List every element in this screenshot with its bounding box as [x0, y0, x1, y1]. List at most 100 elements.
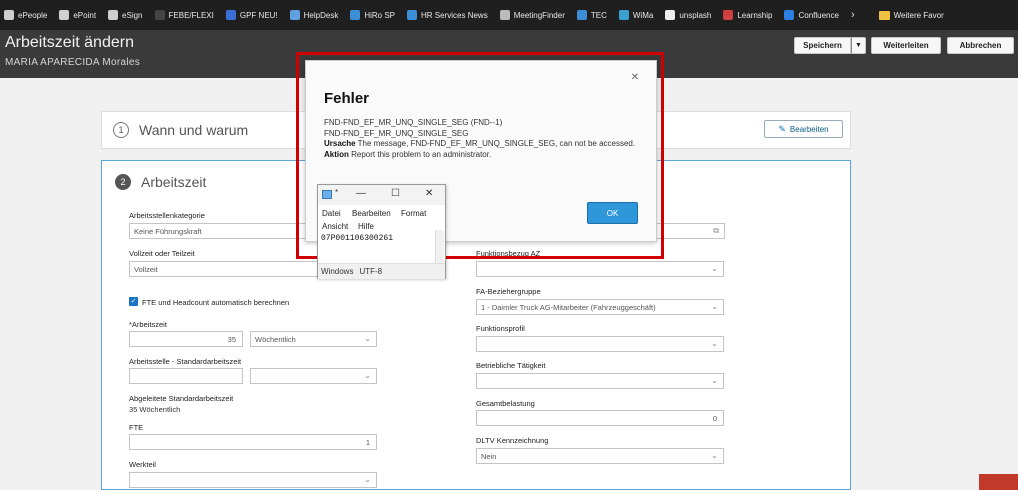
total-load-input[interactable]: 0 [476, 410, 724, 426]
folder-icon [878, 10, 890, 20]
menu-edit[interactable]: Bearbeiten [352, 209, 391, 218]
menu-view[interactable]: Ansicht [322, 222, 348, 231]
close-icon[interactable]: ✕ [631, 72, 639, 83]
bookmark-item[interactable]: GPF NEU! [225, 10, 278, 20]
bookmarks-bar: ePeople ePoint eSign FEBE/FLEXI GPF NEU! Help… [0, 0, 1018, 30]
hiro-icon [350, 10, 361, 20]
chevron-down-icon: ⌄ [364, 371, 371, 380]
full-part-time-label: Vollzeit oder Teilzeit [129, 249, 195, 258]
scrollbar[interactable] [435, 230, 444, 263]
menu-file[interactable]: Datei [322, 209, 341, 218]
fte-label: FTE [129, 423, 144, 432]
bookmark-item[interactable]: eSign [108, 10, 143, 20]
activity-select[interactable]: ⌄ [476, 373, 724, 389]
action-text: Report this problem to an administrator. [348, 149, 492, 159]
chevron-down-icon: ⌄ [364, 334, 371, 343]
dialog-title: Fehler [324, 90, 370, 107]
function-profile-select[interactable]: ⌄ [476, 336, 724, 352]
fte-input[interactable]: 1 [129, 434, 377, 450]
job-category-label: Arbeitsstellenkategorie [129, 211, 205, 220]
tec-icon [576, 10, 587, 20]
bookmark-label: ePoint [73, 10, 97, 20]
notepad-icon [322, 190, 332, 199]
bookmark-label: unsplash [679, 10, 712, 20]
bookmark-item[interactable]: Learnship [723, 10, 772, 20]
corner-widget[interactable] [979, 474, 1018, 490]
bookmark-item[interactable]: ePeople [4, 10, 47, 20]
edit-button[interactable]: ✎ Bearbeiten [764, 120, 843, 138]
bookmark-label: WiMa [632, 10, 654, 20]
close-icon[interactable]: ✕ [425, 188, 433, 199]
std-time-unit-select[interactable]: ⌄ [250, 368, 377, 384]
more-bookmarks-folder[interactable]: Weitere Favor [878, 10, 944, 20]
minimize-icon[interactable]: — [356, 188, 366, 199]
chevron-down-icon: ⌄ [711, 302, 718, 311]
activity-label: Betriebliche Tätigkeit [476, 361, 546, 370]
step-number: 2 [115, 174, 131, 190]
notepad-statusbar: Windows UTF-8 [318, 263, 445, 279]
bookmark-item[interactable]: HelpDesk [289, 10, 339, 20]
function-profile-label: Funktionsprofil [476, 324, 525, 333]
more-bookmarks-label: Weitere Favor [893, 10, 944, 20]
bookmark-item[interactable]: WiMa [618, 10, 654, 20]
bookmark-item[interactable]: FEBE/FLEXI [154, 10, 214, 20]
bookmark-item[interactable]: TEC [576, 10, 607, 20]
bookmark-item[interactable]: ePoint [59, 10, 96, 20]
chevron-down-icon: ⌄ [711, 339, 718, 348]
bookmark-label: Confluence [798, 10, 839, 20]
cancel-button[interactable]: Abbrechen [947, 37, 1014, 54]
menu-format[interactable]: Format [401, 209, 426, 218]
working-time-hours-input[interactable]: 35 [129, 331, 243, 347]
notepad-text-area[interactable]: 07P001106300261 [321, 234, 393, 243]
bookmark-item[interactable]: Confluence [784, 10, 839, 20]
std-time-input[interactable] [129, 368, 243, 384]
fa-group-value: 1 - Daimler Truck AG-Mitarbeiter (Fahrze… [481, 302, 656, 312]
full-part-time-select[interactable]: Vollzeit [129, 261, 319, 277]
bookmark-item[interactable]: MeetingFinder [499, 10, 565, 20]
bookmark-item[interactable]: HR Services News [407, 10, 488, 20]
pencil-icon: ✎ [778, 123, 786, 134]
working-time-hours-value: 35 [227, 334, 236, 344]
bookmark-label: TEC [590, 10, 607, 20]
cause-line: Ursache The message, FND-FND_EF_MR_UNQ_S… [324, 139, 644, 150]
chevron-down-icon: ⌄ [711, 451, 718, 460]
fte-value: 1 [365, 437, 370, 447]
chevron-right-icon[interactable]: › [851, 9, 855, 21]
confluence-icon [784, 10, 795, 20]
menu-help[interactable]: Hilfe [358, 222, 374, 231]
notepad-title: * [335, 188, 339, 197]
dltv-select[interactable]: Nein ⌄ [476, 448, 724, 464]
working-time-unit-select[interactable]: Wöchentlich ⌄ [250, 331, 377, 347]
febe-icon [154, 10, 165, 20]
chevron-down-icon: ⌄ [711, 376, 718, 385]
helpdesk-icon [289, 10, 300, 20]
bookmark-item[interactable]: HiRo SP [350, 10, 395, 20]
std-time-label: Arbeitsstelle - Standardarbeitszeit [129, 357, 242, 366]
maximize-icon[interactable]: ☐ [391, 188, 400, 199]
derived-std-value: 35 Wöchentlich [129, 405, 181, 414]
chevron-down-icon: ▼ [855, 42, 862, 49]
fa-group-select[interactable]: 1 - Daimler Truck AG-Mitarbeiter (Fahrze… [476, 299, 724, 315]
bookmark-label: MeetingFinder [513, 10, 565, 20]
save-dropdown-button[interactable]: ▼ [851, 37, 866, 54]
section-title: Arbeitszeit [141, 174, 207, 190]
meetingfinder-icon [499, 10, 510, 20]
lookup-icon[interactable]: ⧉ [713, 226, 719, 236]
part-select[interactable]: ⌄ [129, 472, 377, 488]
action-line: Aktion Report this problem to an adminis… [324, 150, 644, 161]
function-ref-select[interactable]: ⌄ [476, 261, 724, 277]
derived-std-label: Abgeleitete Standardarbeitszeit [129, 394, 234, 403]
forward-button[interactable]: Weiterleiten [871, 37, 941, 54]
error-code-line: FND-FND_EF_MR_UNQ_SINGLE_SEG (FND--1) [324, 118, 503, 127]
save-button[interactable]: Speichern [794, 37, 851, 54]
step-number: 1 [113, 122, 129, 138]
bookmark-label: HelpDesk [303, 10, 339, 20]
chevron-down-icon: ⌄ [364, 475, 371, 484]
bookmark-label: Learnship [737, 10, 773, 20]
notepad-titlebar[interactable]: * — ☐ ✕ [318, 185, 445, 205]
unsplash-icon [665, 10, 676, 20]
fte-checkbox[interactable]: ✓ [129, 297, 138, 306]
bookmark-label: eSign [122, 10, 143, 20]
bookmark-item[interactable]: unsplash [665, 10, 711, 20]
ok-button[interactable]: OK [587, 202, 638, 224]
